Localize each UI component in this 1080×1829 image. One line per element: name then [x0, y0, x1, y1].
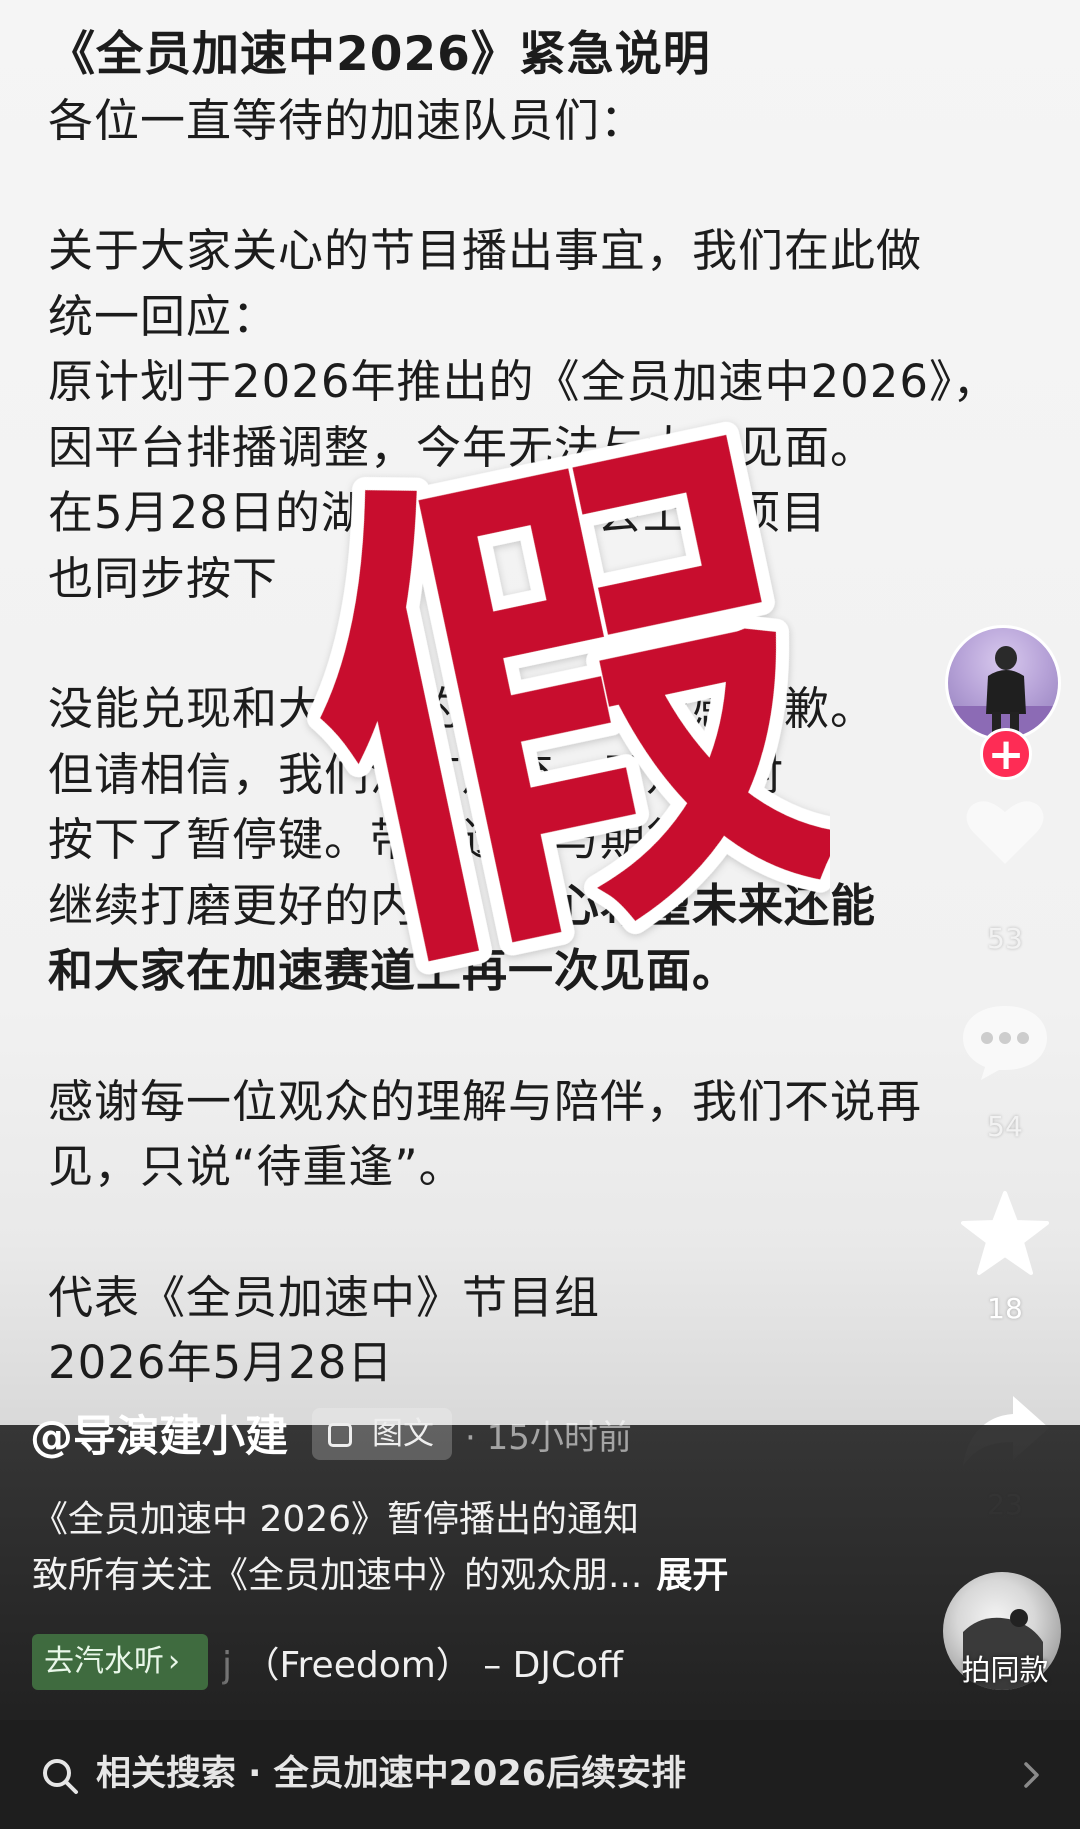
chevron-right-icon — [1024, 1762, 1039, 1788]
post-description[interactable]: 《全员加速中 2026》暂停播出的通知 致所有关注《全员加速中》的观众朋... 展… — [32, 1492, 728, 1604]
post-line: 统一回应： — [48, 289, 279, 343]
same-style-button[interactable]: 拍同款 — [950, 1647, 1060, 1689]
post-type-badge: 图文 — [312, 1408, 452, 1460]
post-line: 关于大家关心的节目播出事宜，我们在此做 — [48, 224, 923, 277]
favorite-count: 18 — [987, 1292, 1023, 1325]
like-count: 53 — [987, 922, 1023, 955]
expand-button[interactable]: 展开 — [656, 1555, 728, 1596]
post-time: · 15小时前 — [465, 1418, 632, 1458]
post-line: 见，只说“待重逢”。 — [48, 1140, 465, 1193]
follow-button[interactable]: + — [980, 728, 1032, 780]
post-line: 感谢每一位观众的理解与陪伴，我们不说再 — [48, 1074, 923, 1128]
post-greeting: 各位一直等待的加速队员们： — [48, 93, 647, 147]
post-type-label: 图文 — [372, 1416, 434, 1452]
comment-icon[interactable] — [955, 990, 1055, 1090]
post-signature: 代表《全员加速中》节目组 — [48, 1270, 601, 1324]
music-button-label: 去汽水听 — [44, 1644, 164, 1679]
related-search-bar[interactable]: 相关搜索 · 全员加速中2026后续安排 — [0, 1720, 1080, 1829]
svg-text:假: 假 — [300, 410, 830, 1000]
comment-count: 54 — [987, 1110, 1023, 1143]
image-text-icon — [328, 1423, 352, 1447]
star-icon[interactable] — [955, 1185, 1055, 1285]
description-line: 《全员加速中 2026》暂停播出的通知 — [32, 1499, 640, 1540]
post-date: 2026年5月28日 — [48, 1336, 394, 1389]
description-line: 致所有关注《全员加速中》的观众朋... — [32, 1555, 643, 1596]
open-music-app-button[interactable]: 去汽水听 › — [32, 1634, 208, 1690]
related-search-text: 相关搜索 · 全员加速中2026后续安排 — [96, 1754, 687, 1794]
chevron-right-icon: › — [168, 1644, 180, 1679]
search-icon — [43, 1759, 78, 1794]
music-title[interactable]: j （Freedom） – DJCoff — [222, 1636, 692, 1688]
author-name[interactable]: @导演建小建 — [30, 1402, 288, 1464]
author-avatar[interactable] — [945, 625, 1061, 741]
post-line: 原计划于2026年推出的《全员加速中2026》， — [48, 355, 999, 408]
fake-stamp: 假 — [300, 410, 830, 1000]
post-title: 《全员加速中2026》紧急说明 — [48, 27, 711, 82]
heart-icon[interactable] — [955, 782, 1055, 882]
